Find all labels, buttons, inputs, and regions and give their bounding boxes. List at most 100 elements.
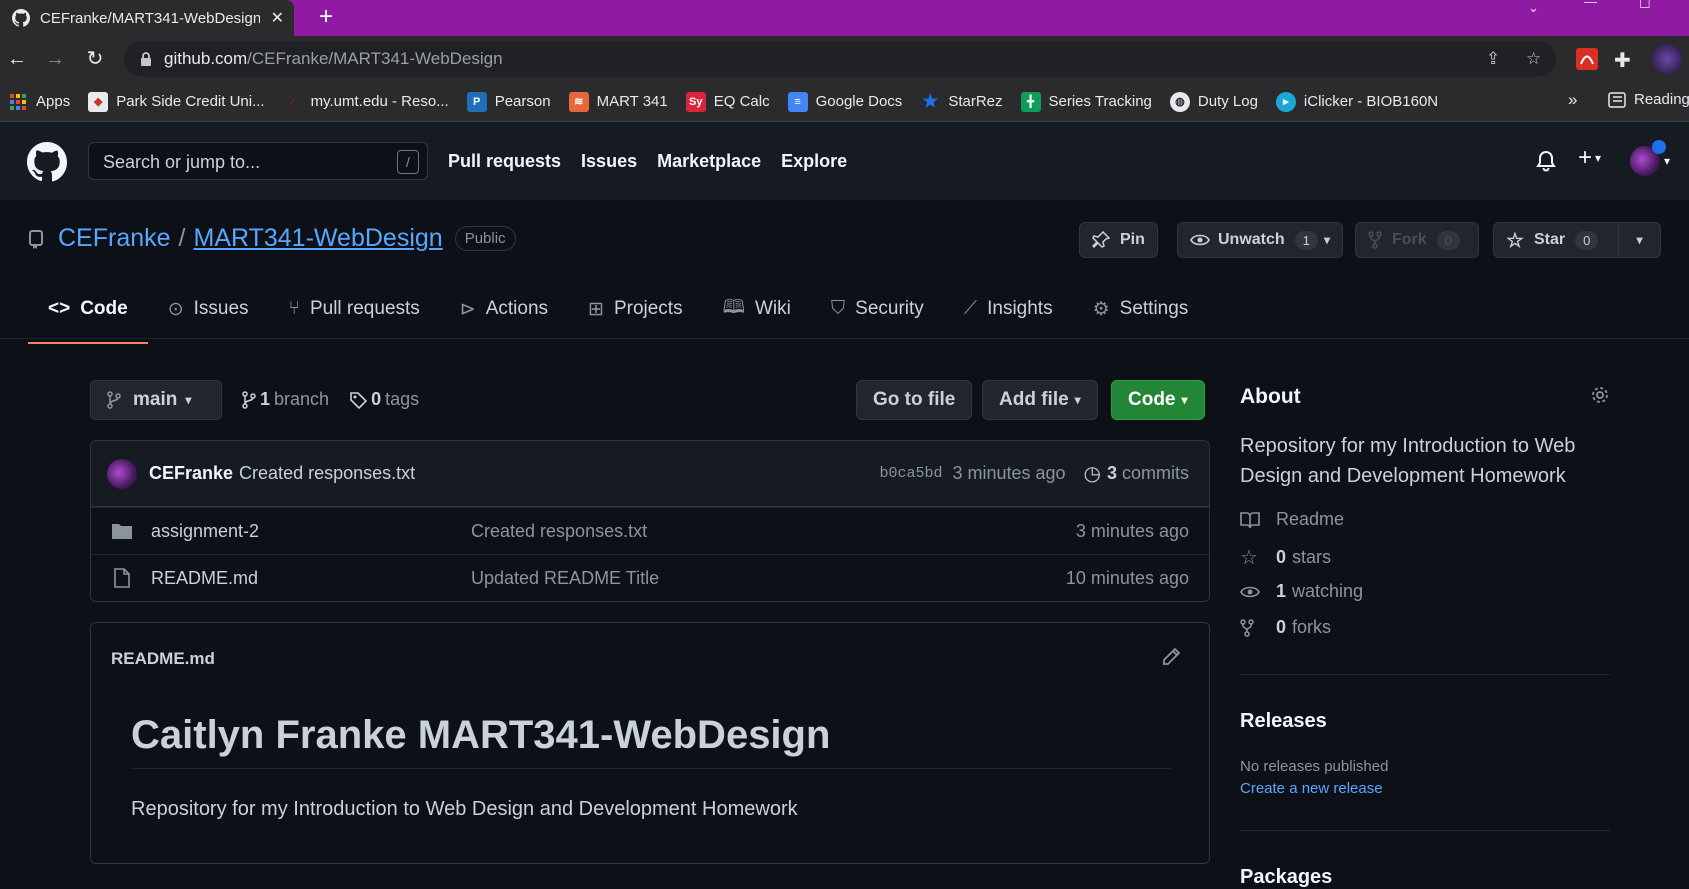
forks-word: forks [1292,617,1332,637]
url-path: /CEFranke/MART341-WebDesign [247,49,503,68]
file-commit-message[interactable]: Updated README Title [471,568,659,589]
bookmark-series-tracking[interactable]: ╋ Series Tracking [1020,91,1152,112]
chevron-down-icon: ▾ [185,393,192,407]
code-button[interactable]: Code ▾ [1111,380,1205,420]
branches-link[interactable]: 1 branch [256,389,329,410]
bookmark-pearson[interactable]: P Pearson [466,91,551,112]
tab-search-icon[interactable]: ⌄ [1528,0,1539,16]
share-icon[interactable]: ⇪ [1486,49,1500,69]
repo-owner-link[interactable]: CEFranke [58,224,171,253]
go-to-file-button[interactable]: Go to file [856,380,973,420]
umt-logo-icon: ⁄ [291,95,294,108]
tab-wiki[interactable]: 🕮 Wiki [703,288,811,330]
file-name-link[interactable]: README.md [151,568,471,589]
reload-icon[interactable]: ↻ [82,46,108,72]
tab-actions[interactable]: ⊳ Actions [440,288,568,330]
tab-projects[interactable]: ⊞ Projects [568,288,703,330]
edit-pencil-icon[interactable] [1161,647,1181,667]
commits-history-link[interactable]: ◷ 3 commits [1084,461,1189,486]
bookmark-eqcalc[interactable]: Sy EQ Calc [685,91,770,112]
table-row: assignment-2 Created responses.txt 3 min… [91,507,1209,554]
bookmark-label: StarRez [948,93,1003,110]
nav-explore[interactable]: Explore [781,151,847,172]
nav-pull-requests[interactable]: Pull requests [448,151,561,172]
search-input[interactable]: Search or jump to... / [88,142,428,180]
sidebar-divider [1240,674,1610,675]
file-commit-message[interactable]: Created responses.txt [471,521,647,542]
profile-avatar[interactable] [1652,44,1682,74]
tab-code[interactable]: <> Code [28,288,148,344]
maximize-icon[interactable]: ☐ [1639,0,1651,12]
lock-icon[interactable] [140,51,152,67]
forks-link[interactable]: 0 forks [1240,617,1331,638]
packages-heading[interactable]: Packages [1240,866,1332,889]
gear-icon[interactable] [1590,385,1610,405]
author-avatar[interactable] [107,458,137,489]
tab-settings[interactable]: ⚙ Settings [1073,288,1209,330]
tab-security[interactable]: ⛉ Security [811,288,944,330]
pearson-icon: P [466,91,487,112]
pin-button[interactable]: Pin [1079,222,1158,258]
releases-heading[interactable]: Releases [1240,710,1327,733]
acrobat-extension-icon[interactable] [1576,48,1598,70]
fork-button[interactable]: Fork 0 [1355,222,1479,258]
bookmark-starrez[interactable]: ★ StarRez [920,91,1003,112]
nav-marketplace[interactable]: Marketplace [657,151,761,172]
extensions-puzzle-icon[interactable]: ✚ [1614,48,1631,73]
tab-insights[interactable]: ⟋ Insights [944,288,1073,330]
file-name-link[interactable]: assignment-2 [151,521,471,542]
github-header: Search or jump to... / Pull requests Iss… [0,122,1689,200]
github-logo-icon[interactable] [27,142,67,182]
watching-link[interactable]: 1 watching [1240,581,1363,602]
browser-tab[interactable]: CEFranke/MART341-WebDesign ✕ [0,0,294,36]
unwatch-button[interactable]: Unwatch 1 ▾ [1177,222,1343,258]
url-host: github.com [164,49,248,68]
project-table-icon: ⊞ [588,298,604,320]
address-bar[interactable]: github.com/CEFranke/MART341-WebDesign ⇪ … [124,41,1556,77]
commit-author[interactable]: CEFranke [149,463,233,484]
stars-link[interactable]: ☆ 0 stars [1240,545,1331,570]
book-icon [1240,511,1262,529]
bookmark-label: Series Tracking [1048,93,1152,110]
bookmark-mart341[interactable]: ≋ MART 341 [568,91,668,112]
commit-message[interactable]: Created responses.txt [239,463,415,484]
close-tab-icon[interactable]: ✕ [271,8,284,28]
tags-link[interactable]: 0 tags [367,389,419,410]
forward-arrow-icon[interactable]: → [42,46,68,72]
chevron-down-icon: ▾ [1323,233,1330,247]
forks-count: 0 [1276,617,1287,637]
url-text: github.com/CEFranke/MART341-WebDesign [164,49,503,69]
bookmark-park-side[interactable]: ◆ Park Side Credit Uni... [88,91,265,112]
branch-select-button[interactable]: main ▾ [90,380,222,420]
star-list-dropdown[interactable]: ▾ [1618,223,1660,257]
user-avatar-menu[interactable]: ▾ [1630,140,1670,176]
bookmark-label: my.umt.edu - Reso... [310,93,449,110]
notifications-bell-icon[interactable] [1536,150,1556,172]
bookmarks-overflow-button[interactable]: » [1568,90,1577,110]
bookmark-umt[interactable]: ⁄ my.umt.edu - Reso... [283,92,449,112]
bookmark-star-icon[interactable]: ☆ [1526,49,1541,69]
tab-pull-requests[interactable]: ⑂ Pull requests [269,288,440,330]
star-button[interactable]: ☆ Star 0 ▾ [1493,222,1661,258]
add-file-button[interactable]: Add file ▾ [982,380,1098,420]
tab-issues[interactable]: ⊙ Issues [148,288,269,330]
commit-age: 3 minutes ago [952,463,1066,483]
tag-icon [349,391,368,409]
minimize-icon[interactable]: — [1584,0,1597,9]
bookmark-iclicker[interactable]: ▸ iClicker - BIOB160N [1275,91,1438,112]
tab-label: Code [80,298,128,319]
repo-name-link[interactable]: MART341-WebDesign [194,224,443,253]
tab-label: Actions [485,298,549,319]
back-arrow-icon[interactable]: ← [4,46,30,72]
bookmark-duty-log[interactable]: ◍ Duty Log [1169,91,1258,112]
create-new-plus-icon[interactable]: + ▾ [1578,144,1601,172]
readme-filename: README.md [111,649,215,668]
readme-link[interactable]: Readme [1240,509,1344,530]
nav-issues[interactable]: Issues [581,151,637,172]
bookmark-google-docs[interactable]: ≡ Google Docs [787,91,902,112]
bookmark-apps[interactable]: Apps [8,92,70,112]
commit-sha[interactable]: b0ca5bd [879,465,942,482]
new-tab-button[interactable]: + [312,4,340,32]
reading-list-button[interactable]: Reading [1608,91,1689,108]
create-release-link[interactable]: Create a new release [1240,780,1383,797]
